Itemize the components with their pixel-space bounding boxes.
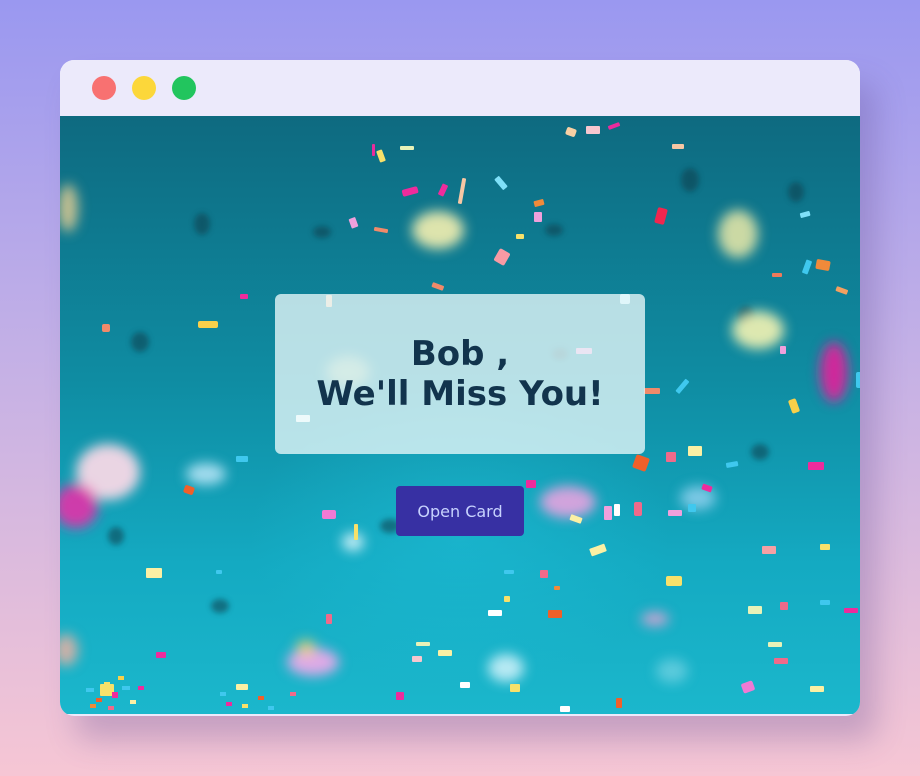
maximize-window-button[interactable]: [172, 76, 196, 100]
card-title-message: We'll Miss You!: [316, 374, 604, 414]
open-card-button[interactable]: Open Card: [396, 486, 524, 536]
farewell-card: Bob , We'll Miss You!: [275, 294, 645, 454]
window-titlebar: [60, 60, 860, 116]
confetti-background: Bob , We'll Miss You! Open Card: [60, 116, 860, 714]
minimize-window-button[interactable]: [132, 76, 156, 100]
close-window-button[interactable]: [92, 76, 116, 100]
app-window: Bob , We'll Miss You! Open Card: [60, 60, 860, 716]
card-title-recipient: Bob ,: [410, 334, 510, 374]
